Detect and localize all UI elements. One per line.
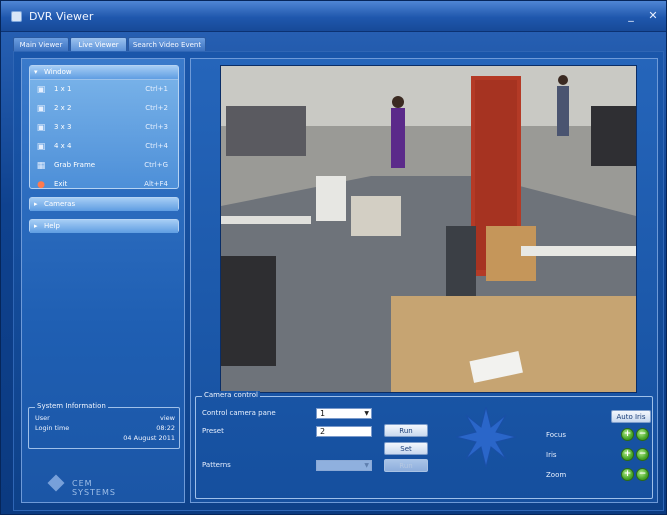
camera-control-title: Camera control: [202, 391, 260, 399]
focus-plus-button[interactable]: +: [621, 428, 634, 441]
system-information-title: System Information: [35, 402, 108, 410]
zoom-label: Zoom: [546, 471, 567, 479]
user-row: User view: [35, 414, 175, 422]
exit-icon: ●: [37, 180, 45, 190]
app-icon: [11, 11, 22, 22]
zoom-minus-button[interactable]: −: [636, 468, 649, 481]
chevron-down-icon: ▼: [364, 462, 369, 469]
layout-4x4-icon: ▣: [36, 142, 46, 152]
menu-item-1x1[interactable]: ▣ 1 x 1 Ctrl+1: [30, 80, 178, 99]
iris-label: Iris: [546, 451, 557, 459]
auto-iris-button[interactable]: Auto Iris: [611, 410, 651, 423]
menu-item-label: Exit: [54, 180, 68, 188]
sidebar: ▾ Window ▣ 1 x 1 Ctrl+1 ▣ 2 x 2 Ctrl+2 ▣…: [21, 58, 185, 503]
title-bar: DVR Viewer _ ✕: [1, 1, 666, 32]
camera-video-feed[interactable]: [220, 65, 637, 393]
cameras-group-title: Cameras: [44, 200, 76, 208]
window-group-header[interactable]: ▾ Window: [30, 66, 178, 80]
focus-minus-button[interactable]: −: [636, 428, 649, 441]
user-value: view: [160, 414, 175, 422]
pattern-run-button[interactable]: Run: [384, 459, 428, 472]
menu-item-exit[interactable]: ● Exit Alt+F4: [30, 175, 178, 194]
minimize-button[interactable]: _: [623, 9, 639, 23]
login-time-label: Login time: [35, 424, 70, 432]
ptz-direction-star[interactable]: [454, 405, 518, 469]
login-time-value: 08:22: [156, 424, 175, 432]
login-time-row: Login time 08:22: [35, 424, 175, 432]
camera-scene-image: [221, 66, 636, 392]
logo-text: CEM SYSTEMS: [72, 479, 116, 497]
menu-item-shortcut: Ctrl+2: [145, 104, 168, 112]
menu-item-shortcut: Ctrl+4: [145, 142, 168, 150]
patterns-label: Patterns: [202, 461, 231, 469]
system-information: System Information User view Login time …: [28, 402, 180, 449]
layout-2x2-icon: ▣: [36, 104, 46, 114]
menu-item-grab-frame[interactable]: ▦ Grab Frame Ctrl+G: [30, 156, 178, 175]
expand-icon: ▸: [34, 222, 38, 230]
cameras-group-header[interactable]: ▸ Cameras: [30, 198, 178, 211]
tab-main-viewer[interactable]: Main Viewer: [13, 37, 69, 51]
help-group-title: Help: [44, 222, 60, 230]
iris-plus-button[interactable]: +: [621, 448, 634, 461]
iris-minus-button[interactable]: −: [636, 448, 649, 461]
menu-item-2x2[interactable]: ▣ 2 x 2 Ctrl+2: [30, 99, 178, 118]
tab-live-viewer[interactable]: Live Viewer: [70, 37, 127, 51]
preset-input[interactable]: 2: [316, 426, 372, 437]
control-camera-pane-label: Control camera pane: [202, 409, 276, 417]
zoom-plus-button[interactable]: +: [621, 468, 634, 481]
user-label: User: [35, 414, 50, 422]
close-button[interactable]: ✕: [645, 9, 661, 23]
camera-control-group: Camera control Control camera pane 1 ▼ P…: [195, 391, 653, 499]
menu-item-shortcut: Alt+F4: [144, 180, 168, 188]
window-title: DVR Viewer: [29, 10, 94, 23]
menu-item-label: 4 x 4: [54, 142, 72, 150]
patterns-select[interactable]: ▼: [316, 460, 372, 471]
preset-run-button[interactable]: Run: [384, 424, 428, 437]
help-group-header[interactable]: ▸ Help: [30, 220, 178, 233]
menu-item-4x4[interactable]: ▣ 4 x 4 Ctrl+4: [30, 137, 178, 156]
menu-item-label: 3 x 3: [54, 123, 72, 131]
grab-frame-icon: ▦: [36, 161, 46, 171]
help-group: ▸ Help: [29, 219, 179, 233]
logo-mark: [47, 474, 65, 492]
chevron-down-icon: ▼: [364, 410, 369, 417]
menu-item-label: Grab Frame: [54, 161, 96, 169]
layout-3x3-icon: ▣: [36, 123, 46, 133]
date-value: 04 August 2011: [123, 434, 175, 442]
camera-pane-value: 1: [320, 409, 326, 418]
preset-set-button[interactable]: Set: [384, 442, 428, 455]
menu-item-shortcut: Ctrl+G: [144, 161, 168, 169]
window-group: ▾ Window ▣ 1 x 1 Ctrl+1 ▣ 2 x 2 Ctrl+2 ▣…: [29, 65, 179, 190]
menu-item-label: 1 x 1: [54, 85, 72, 93]
cameras-group: ▸ Cameras: [29, 197, 179, 211]
preset-label: Preset: [202, 427, 224, 435]
menu-item-shortcut: Ctrl+1: [145, 85, 168, 93]
tab-search-video-event[interactable]: Search Video Event: [128, 37, 206, 51]
menu-item-label: 2 x 2: [54, 104, 72, 112]
layout-1x1-icon: ▣: [36, 85, 46, 95]
app-window: DVR Viewer _ ✕ Main Viewer Live Viewer S…: [0, 0, 667, 515]
focus-label: Focus: [546, 431, 566, 439]
viewer-panel: Camera control Control camera pane 1 ▼ P…: [190, 58, 658, 503]
camera-pane-select[interactable]: 1 ▼: [316, 408, 372, 419]
tab-content: ▾ Window ▣ 1 x 1 Ctrl+1 ▣ 2 x 2 Ctrl+2 ▣…: [13, 51, 664, 511]
menu-item-shortcut: Ctrl+3: [145, 123, 168, 131]
window-group-title: Window: [44, 68, 72, 76]
expand-icon: ▸: [34, 200, 38, 208]
menu-item-3x3[interactable]: ▣ 3 x 3 Ctrl+3: [30, 118, 178, 137]
collapse-icon: ▾: [34, 68, 38, 76]
